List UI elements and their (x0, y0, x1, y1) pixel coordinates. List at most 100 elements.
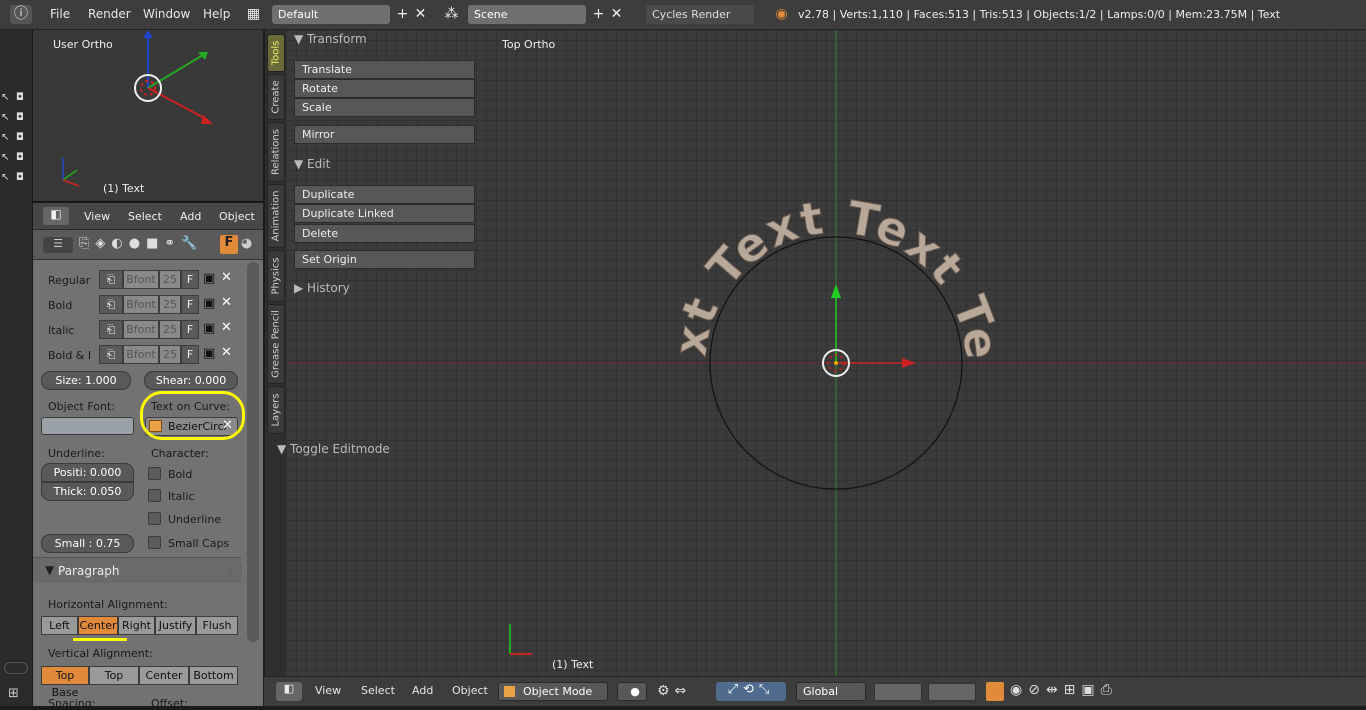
edit-panel-header[interactable]: ▼ Edit (294, 157, 330, 171)
manipulator-icons[interactable]: ⤢⟲⤡ (716, 682, 786, 701)
properties-scrollbar[interactable] (247, 262, 259, 642)
mini-3d-view[interactable]: User Ortho (1) Text (33, 30, 263, 202)
unlink-font-icon[interactable]: ✕ (221, 295, 232, 310)
material-tab-icon[interactable]: ◕ (241, 236, 252, 251)
menu-render[interactable]: Render (88, 7, 131, 21)
info-editor-icon[interactable]: ⓘ (10, 5, 32, 24)
font-name-field[interactable]: Bfont (123, 295, 159, 314)
align-right-button[interactable]: Right (118, 616, 155, 635)
underline-position-field[interactable]: Positi: 0.000 (41, 463, 134, 482)
mirror-button[interactable]: Mirror (294, 125, 475, 144)
font-name-field[interactable]: Bfont (123, 320, 159, 339)
scene-field[interactable]: Scene (468, 5, 586, 24)
shear-field[interactable]: Shear: 0.000 (144, 371, 238, 390)
align-top-button[interactable]: Top (89, 666, 139, 685)
menu-window[interactable]: Window (143, 7, 190, 21)
add-scene-icon[interactable]: + (589, 5, 608, 24)
remove-scene-icon[interactable]: ✕ (607, 5, 626, 24)
tab-create[interactable]: Create (267, 74, 285, 120)
unlink-font-icon[interactable]: ✕ (221, 320, 232, 335)
editor-type-icon[interactable]: ◧ (43, 207, 69, 225)
restrict-icons[interactable]: ↖ ◘ ↖ ◘ ↖ ◘ ↖ ◘ ↖ ◘ (0, 88, 33, 248)
unlink-font-icon[interactable]: ✕ (221, 345, 232, 360)
underline-checkbox[interactable] (148, 512, 161, 525)
layers-grid-2[interactable] (928, 683, 976, 701)
align-center-button[interactable]: Center (78, 616, 118, 635)
align-left-button[interactable]: Left (41, 616, 78, 635)
align-center-vertical-button[interactable]: Center (139, 666, 189, 685)
pivot-manipulator-icons[interactable]: ⚙⇔ (657, 683, 691, 699)
translate-button[interactable]: Translate (294, 60, 475, 79)
rotate-button[interactable]: Rotate (294, 79, 475, 98)
menu-view[interactable]: View (315, 684, 341, 697)
orientation-dropdown[interactable]: Global (796, 682, 866, 701)
transform-panel-header[interactable]: ▼ Transform (294, 32, 367, 46)
snap-and-render-icons[interactable]: ◉⊘⇹⊞▣⎙ (1010, 682, 1118, 698)
render-engine-dropdown[interactable]: Cycles Render (646, 5, 754, 24)
object-font-field[interactable] (41, 417, 134, 435)
font-name-field[interactable]: Bfont (123, 345, 159, 364)
menu-view[interactable]: View (84, 210, 110, 223)
small-caps-checkbox[interactable] (148, 536, 161, 549)
menu-select[interactable]: Select (128, 210, 162, 223)
screen-layout-field[interactable]: Default (272, 5, 390, 24)
drag-handle-icon[interactable]: ⋮⋮ (225, 564, 247, 577)
menu-object[interactable]: Object (452, 684, 488, 697)
duplicate-linked-button[interactable]: Duplicate Linked (294, 204, 475, 223)
scale-button[interactable]: Scale (294, 98, 475, 117)
menu-file[interactable]: File (50, 7, 70, 21)
lock-layers-icon[interactable] (986, 682, 1004, 701)
font-browse-icon[interactable]: ⎗ (99, 295, 123, 314)
align-justify-button[interactable]: Justify (155, 616, 196, 635)
unlink-font-icon[interactable]: ✕ (221, 270, 232, 285)
editor-type-icon[interactable]: ⊞ (8, 686, 19, 701)
italic-checkbox[interactable] (148, 489, 161, 502)
small-caps-scale-field[interactable]: Small : 0.75 (41, 534, 134, 553)
menu-select[interactable]: Select (361, 684, 395, 697)
font-browse-icon[interactable]: ⎗ (99, 320, 123, 339)
menu-add[interactable]: Add (412, 684, 433, 697)
history-panel-header[interactable]: ▶ History (294, 281, 350, 295)
font-browse-icon[interactable]: ⎗ (99, 270, 123, 289)
tab-animation[interactable]: Animation (267, 184, 285, 248)
font-fake-user[interactable]: F (181, 295, 199, 314)
context-icons[interactable]: ⎘◈◐●■⚭🔧 (79, 236, 203, 251)
font-fake-user[interactable]: F (181, 345, 199, 364)
shading-dropdown[interactable]: ● (617, 682, 647, 701)
add-screen-icon[interactable]: + (393, 5, 412, 24)
font-fake-user[interactable]: F (181, 270, 199, 289)
open-font-folder-icon[interactable]: ▣ (203, 346, 215, 361)
editor-type-icon[interactable]: ◧ (276, 682, 302, 701)
font-users-count[interactable]: 25 (159, 320, 181, 339)
font-data-tab-icon[interactable]: F (220, 235, 238, 254)
font-fake-user[interactable]: F (181, 320, 199, 339)
underline-thickness-field[interactable]: Thick: 0.050 (41, 482, 134, 501)
size-field[interactable]: Size: 1.000 (41, 371, 131, 390)
open-font-folder-icon[interactable]: ▣ (203, 296, 215, 311)
tab-relations[interactable]: Relations (267, 122, 285, 182)
open-font-folder-icon[interactable]: ▣ (203, 271, 215, 286)
align-flush-button[interactable]: Flush (196, 616, 238, 635)
toggle-editmode-header[interactable]: ▼ Toggle Editmode (277, 442, 390, 456)
remove-screen-icon[interactable]: ✕ (411, 5, 430, 24)
layers-grid-1[interactable] (874, 683, 922, 701)
font-browse-icon[interactable]: ⎗ (99, 345, 123, 364)
menu-add[interactable]: Add (180, 210, 201, 223)
paragraph-panel-header[interactable]: ▼ Paragraph ⋮⋮ (33, 557, 247, 583)
toggle-pill-icon[interactable] (4, 662, 28, 674)
open-font-folder-icon[interactable]: ▣ (203, 321, 215, 336)
font-users-count[interactable]: 25 (159, 295, 181, 314)
font-users-count[interactable]: 25 (159, 345, 181, 364)
set-origin-dropdown[interactable]: Set Origin (294, 250, 475, 269)
tab-physics[interactable]: Physics (267, 250, 285, 302)
tab-tools[interactable]: Tools (267, 34, 285, 72)
tab-grease-pencil[interactable]: Grease Pencil (267, 304, 285, 384)
tab-layers[interactable]: Layers (267, 386, 285, 434)
panel-toggle-icon[interactable]: ☰ (43, 237, 73, 253)
screen-layout-icon[interactable]: ▦ (244, 5, 263, 24)
duplicate-button[interactable]: Duplicate (294, 185, 475, 204)
menu-object[interactable]: Object (219, 210, 255, 223)
align-top-base-button[interactable]: Top Base (41, 666, 89, 699)
align-bottom-button[interactable]: Bottom (189, 666, 238, 685)
bold-checkbox[interactable] (148, 467, 161, 480)
